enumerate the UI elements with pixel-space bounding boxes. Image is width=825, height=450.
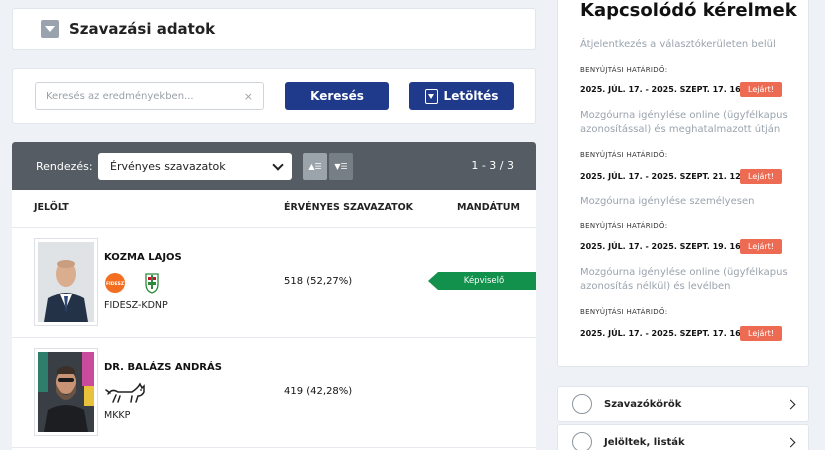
candidate-name: KOZMA LAJOS: [104, 252, 182, 263]
chevron-down-icon: [272, 159, 284, 171]
deadline-label: BENYÚJTÁSI HATÁRIDŐ:: [580, 308, 668, 316]
map-icon: [572, 394, 592, 414]
download-icon: [424, 88, 438, 104]
deadline-value: 2025. JÚL. 17. - 2025. SZEPT. 17. 16:00: [580, 329, 756, 338]
header-mandate: MANDÁTUM: [457, 202, 520, 213]
mkkp-dog-logo-icon: [105, 382, 145, 403]
search-card: × Keresés Letöltés: [12, 68, 536, 124]
table-row[interactable]: KOZMA LAJOS FIDESZ FIDESZ-KDNP 518 (52,2…: [12, 228, 536, 338]
candidate-name: DR. BALÁZS ANDRÁS: [104, 362, 222, 373]
deadline-value: 2025. JÚL. 17. - 2025. SZEPT. 21. 12:00: [580, 172, 756, 181]
sort-selected-value: Érvényes szavazatok: [110, 160, 226, 173]
link-label: Jelöltek, listák: [604, 436, 685, 448]
request-link[interactable]: Átjelentkezés a választókerületen belül: [580, 38, 792, 52]
table-row[interactable]: DR. BALÁZS ANDRÁS MKKP 419 (42,28%): [12, 338, 536, 448]
deadline-value: 2025. JÚL. 17. - 2025. SZEPT. 19. 16:00: [580, 242, 756, 251]
collapse-toggle-icon[interactable]: [41, 20, 59, 38]
request-link[interactable]: Mozgóurna igénylése online (ügyfélkapus …: [580, 109, 792, 137]
link-polling-stations[interactable]: Szavazókörök: [557, 386, 809, 422]
party-logos: FIDESZ: [105, 273, 159, 294]
link-candidates-lists[interactable]: Jelöltek, listák: [557, 424, 809, 450]
mandate-badge: Képviselő: [428, 272, 536, 290]
candidate-photo: [34, 238, 98, 326]
person-portrait-icon: [38, 352, 94, 432]
section-header[interactable]: Szavazási adatok: [12, 8, 536, 50]
person-portrait-icon: [38, 242, 94, 322]
related-title: Kapcsolódó kérelmek: [580, 0, 797, 21]
section-title: Szavazási adatok: [69, 20, 216, 38]
deadline-value: 2025. JÚL. 17. - 2025. SZEPT. 17. 16:00: [580, 85, 756, 94]
expired-badge: Lejárt!: [740, 326, 782, 341]
link-label: Szavazókörök: [604, 398, 682, 410]
results-panel: Rendezés: Érvényes szavazatok ▲☰ ▼☰ 1 - …: [12, 142, 536, 450]
request-link[interactable]: Mozgóurna igénylése személyesen: [580, 195, 792, 209]
sort-descending-button[interactable]: ▼☰: [329, 153, 353, 180]
deadline-label: BENYÚJTÁSI HATÁRIDŐ:: [580, 66, 668, 74]
search-box[interactable]: ×: [35, 82, 264, 110]
related-requests-panel: Kapcsolódó kérelmek Átjelentkezés a vála…: [557, 0, 809, 367]
download-button[interactable]: Letöltés: [409, 82, 514, 110]
table-header: JELÖLT ÉRVÉNYES SZAVAZATOK MANDÁTUM: [12, 190, 536, 228]
sort-select[interactable]: Érvényes szavazatok: [98, 153, 292, 180]
chevron-right-icon: [785, 437, 796, 448]
chevron-right-icon: [785, 399, 796, 410]
request-link[interactable]: Mozgóurna igénylése online (ügyfélkapus …: [580, 266, 792, 294]
clear-icon[interactable]: ×: [244, 90, 253, 103]
header-candidate: JELÖLT: [34, 202, 69, 213]
valid-votes: 518 (52,27%): [284, 276, 353, 287]
expired-badge: Lejárt!: [740, 82, 782, 97]
valid-votes: 419 (42,28%): [284, 386, 353, 397]
candidate-photo: [34, 348, 98, 436]
deadline-label: BENYÚJTÁSI HATÁRIDŐ:: [580, 151, 668, 159]
deadline-label: BENYÚJTÁSI HATÁRIDŐ:: [580, 222, 668, 230]
expired-badge: Lejárt!: [740, 169, 782, 184]
kdnp-logo-icon: [145, 273, 159, 294]
header-votes: ÉRVÉNYES SZAVAZATOK: [284, 202, 414, 213]
download-label: Letöltés: [443, 89, 499, 103]
result-count: 1 - 3 / 3: [471, 159, 514, 172]
expired-badge: Lejárt!: [740, 239, 782, 254]
party-name: FIDESZ-KDNP: [104, 300, 168, 311]
sort-bar: Rendezés: Érvényes szavazatok ▲☰ ▼☰ 1 - …: [12, 142, 536, 190]
search-button[interactable]: Keresés: [285, 82, 389, 110]
party-name: MKKP: [104, 410, 131, 421]
search-input[interactable]: [46, 90, 244, 102]
person-search-icon: [572, 432, 592, 450]
fidesz-logo-text: FIDESZ: [106, 281, 125, 287]
sort-ascending-button[interactable]: ▲☰: [303, 153, 327, 180]
sort-label: Rendezés:: [36, 159, 93, 173]
